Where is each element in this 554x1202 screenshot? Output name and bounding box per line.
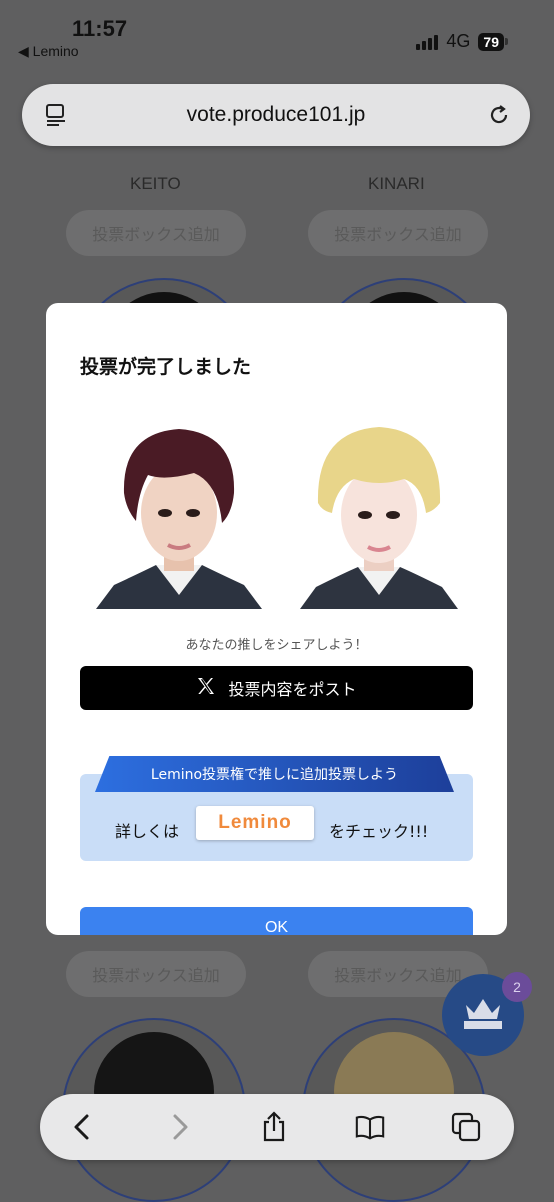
member-name: KEITO [130,174,181,193]
lemino-logo-link[interactable]: Lemino [196,806,314,840]
chevron-right-icon[interactable] [164,1111,196,1143]
status-time: 11:57 [72,16,128,41]
browser-toolbar [40,1094,514,1160]
x-logo-icon [196,676,216,700]
post-button-label: 投票内容をポスト [228,680,357,699]
signal-icon [416,34,439,50]
promo-prefix: 詳しくは [115,822,180,841]
vote-complete-dialog: 投票が完了しました あなたの推しをシェアしよう！ 投票内容をポスト Lemino… [46,303,507,935]
member-portrait-keito [94,413,264,609]
member-name: KINARI [368,174,425,193]
add-vote-box-button[interactable]: 投票ボックス追加 [66,951,246,997]
share-icon[interactable] [258,1111,290,1143]
chevron-left-icon[interactable] [66,1111,98,1143]
promo-banner: Lemino投票権で推しに追加投票しよう [95,756,454,792]
status-indicators: 4G 79 [416,31,508,52]
tabs-icon[interactable] [450,1111,482,1143]
share-caption: あなたの推しをシェアしよう！ [185,638,368,653]
reload-icon[interactable] [486,102,512,132]
promo-suffix: をチェック!!! [329,822,429,841]
member-portrait-kinari [294,413,464,609]
post-to-x-button[interactable]: 投票内容をポスト [80,666,473,710]
add-vote-box-button[interactable]: 投票ボックス追加 [66,210,246,256]
crown-icon [460,993,506,1037]
vote-count-badge: 2 [502,972,532,1002]
battery-level: 79 [478,32,504,51]
back-to-app-link[interactable]: ◀ Lemino [18,43,79,60]
book-icon[interactable] [354,1111,386,1143]
battery-icon: 79 [478,32,508,51]
network-type: 4G [446,31,471,51]
ok-button[interactable]: OK [80,907,473,935]
dialog-title: 投票が完了しました [80,356,252,378]
reader-icon[interactable] [44,103,68,131]
address-bar[interactable]: vote.produce101.jp [22,84,530,146]
add-vote-box-button[interactable]: 投票ボックス追加 [308,210,488,256]
url-text: vote.produce101.jp [186,103,366,126]
